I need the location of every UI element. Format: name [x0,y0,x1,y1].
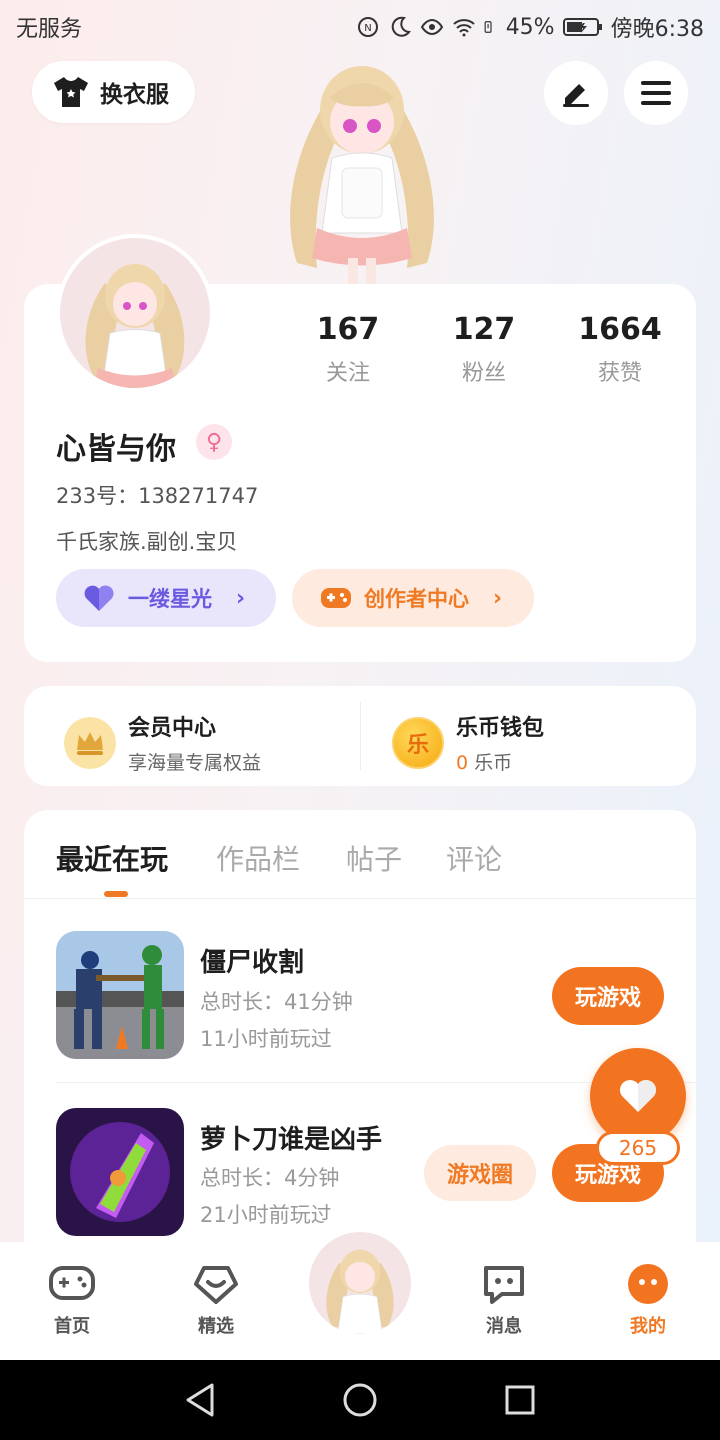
profile-avatar[interactable] [56,234,214,392]
tab-indicator [104,891,128,897]
followers-label: 粉丝 [461,361,506,386]
nav-home[interactable]: 首页 [32,1262,112,1338]
game-thumbnail-zombie[interactable] [56,931,184,1059]
shirt-icon [54,77,88,107]
crown-icon [64,716,116,769]
wallet-unit: 乐币 [468,752,513,774]
tab-comments[interactable]: 评论 [446,838,502,878]
wallet-title: 乐币钱包 [456,716,545,741]
heart-box-icon [194,1266,238,1304]
chevron-right-icon: › [236,585,246,611]
svg-text:N: N [364,23,371,34]
followers-count: 127 [452,312,516,347]
wallet-balance: 0 乐币 [456,748,544,775]
game-last-played: 21小时前玩过 [200,1203,332,1227]
divider [24,898,696,899]
clock-text: 傍晚6:38 [610,17,704,42]
stat-followers[interactable]: 127 粉丝 [424,312,544,387]
back-icon[interactable] [184,1382,216,1418]
avatar-image [326,1249,394,1334]
user-id: 233号：138271747 [56,484,259,508]
home-icon[interactable] [342,1382,378,1418]
tab-works[interactable]: 作品栏 [216,838,300,878]
nav-me[interactable]: 我的 [608,1262,688,1338]
change-outfit-button[interactable]: 换衣服 [32,61,195,123]
creator-center-button[interactable]: 创作者中心 › [292,569,534,627]
coin-icon: 乐 [392,716,444,769]
tab-posts[interactable]: 帖子 [346,838,402,878]
nav-messages[interactable]: 消息 [464,1262,544,1338]
gamepad-icon [321,588,351,608]
nav-me-label: 我的 [630,1316,666,1337]
game-cover-image [56,1108,184,1236]
star-light-label: 一缕星光 [128,587,212,611]
game-thumbnail-radish-knife[interactable] [56,1108,184,1236]
wallet-entry[interactable]: 乐 乐币钱包 0 乐币 [392,710,544,775]
game-title[interactable]: 僵尸收割 [200,942,304,979]
star-light-button[interactable]: 一缕星光 › [56,569,276,627]
profile-face-icon [628,1264,668,1304]
gamepad-icon [49,1266,95,1300]
game-duration: 总时长：41分钟 [200,990,353,1014]
edit-button[interactable] [544,61,608,125]
nav-featured[interactable]: 精选 [176,1262,256,1338]
menu-button[interactable] [624,61,688,125]
eye-icon [420,18,443,36]
battery-icon [562,18,602,36]
nickname: 心皆与你 [56,432,176,467]
game-circle-button[interactable]: 游戏圈 [424,1145,536,1201]
change-outfit-label: 换衣服 [100,82,169,108]
sim-alert-icon [484,21,492,33]
nav-avatar-button[interactable] [306,1229,414,1337]
following-label: 关注 [325,361,370,386]
data-saver-icon: N [357,17,378,37]
vip-title: 会员中心 [128,716,217,741]
nav-home-label: 首页 [54,1316,90,1337]
nav-featured-label: 精选 [198,1316,234,1337]
status-bar: 无服务 N 45% 傍晚6:38 [0,0,720,50]
wallet-amount: 0 [456,752,469,774]
wifi-icon [453,19,475,37]
status-icons: N 45% 傍晚6:38 [356,11,704,43]
moon-icon [391,16,411,37]
chevron-right-icon: › [493,585,503,611]
avatar-image [85,264,185,388]
menu-icon [641,81,671,105]
vip-center-entry[interactable]: 会员中心 享海量专属权益 [64,710,261,775]
tab-recently-played[interactable]: 最近在玩 [56,838,168,878]
chat-bubble-icon [484,1266,524,1304]
vip-subtitle: 享海量专属权益 [128,752,262,774]
divider [360,702,361,770]
game-last-played: 11小时前玩过 [200,1027,332,1051]
system-nav-bar [0,1360,720,1440]
like-count-badge: 265 [596,1131,680,1165]
creator-center-label: 创作者中心 [364,587,469,611]
following-count: 167 [316,312,380,347]
stat-likes[interactable]: 1664 获赞 [560,312,680,387]
bio-text: 千氏家族.副创.宝贝 [56,530,238,554]
game-cover-image [56,931,184,1059]
like-fab-button[interactable] [590,1048,686,1144]
female-icon: ♀ [196,424,232,460]
stat-following[interactable]: 167 关注 [288,312,408,387]
edit-icon [563,84,589,107]
play-game-button[interactable]: 玩游戏 [552,967,664,1025]
carrier-text: 无服务 [16,17,83,42]
likes-label: 获赞 [597,361,642,386]
recents-icon[interactable] [504,1384,536,1416]
avatar-character[interactable] [262,48,462,286]
game-duration: 总时长：4分钟 [200,1166,340,1190]
heart-icon [84,585,114,611]
battery-text: 45% [505,14,555,40]
game-title[interactable]: 萝卜刀谁是凶手 [200,1119,382,1156]
heart-icon [620,1080,656,1112]
nav-messages-label: 消息 [486,1316,522,1337]
likes-count: 1664 [578,312,662,347]
